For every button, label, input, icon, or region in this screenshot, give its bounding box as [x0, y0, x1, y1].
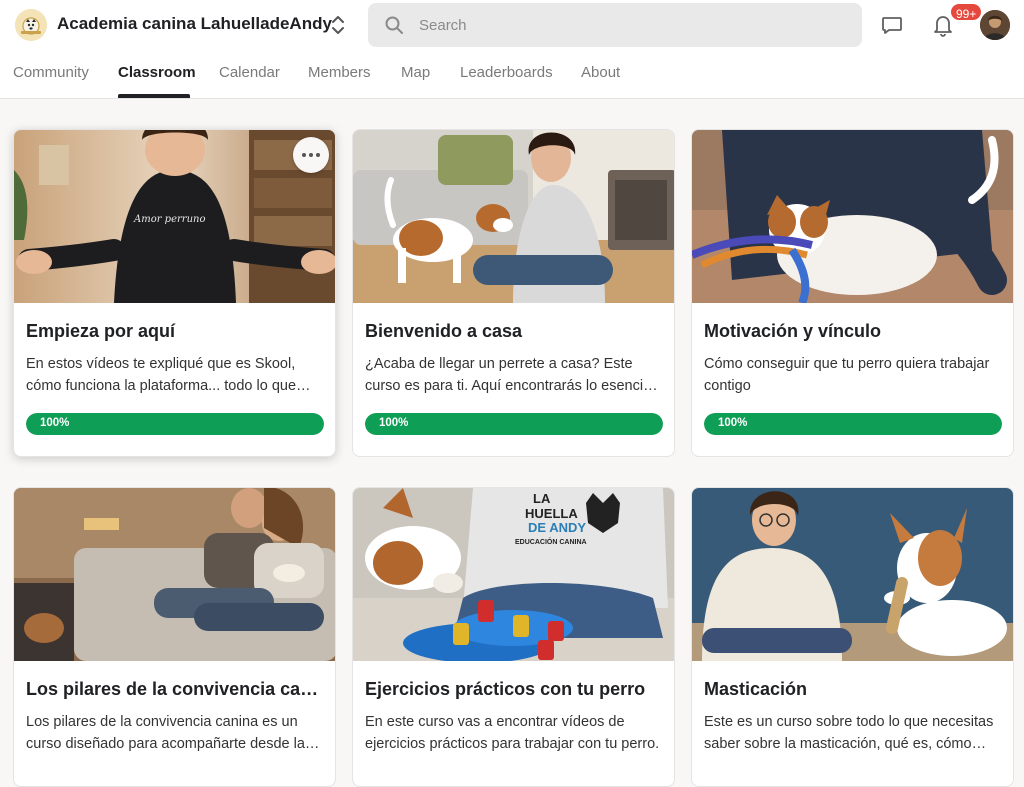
course-description: En este curso vas a encontrar vídeos de … [365, 714, 660, 752]
course-description: Este es un curso sobre todo lo que neces… [704, 714, 994, 752]
search-input[interactable] [419, 15, 839, 35]
sweater-text-line-4: EDUCACIÓN CANINA [515, 537, 587, 546]
group-logo[interactable] [15, 9, 47, 41]
top-navigation-bar: Academia canina LahuelladeAndy 99+ [0, 0, 1024, 99]
progress-label: 100% [718, 417, 748, 429]
active-tab-indicator [118, 94, 190, 98]
tab-leaderboards[interactable]: Leaderboards [460, 64, 553, 81]
course-description: En estos vídeos te expliqué que es Skool… [26, 356, 297, 394]
course-title: Los pilares de la convivencia canina [26, 679, 324, 699]
course-description: Los pilares de la convivencia canina es … [26, 714, 305, 752]
course-progress-bar: 100% [26, 413, 324, 435]
course-thumbnail [692, 130, 1013, 303]
course-thumbnail: Amor perruno [14, 130, 335, 303]
course-thumbnail [692, 488, 1013, 661]
chat-icon[interactable] [880, 13, 904, 37]
group-switcher-icon[interactable] [329, 13, 347, 37]
progress-label: 100% [379, 417, 409, 429]
course-card[interactable]: LA HUELLA DE ANDY EDUCACIÓN CANINA Ejerc… [352, 487, 675, 787]
course-title: Motivación y vínculo [704, 321, 882, 341]
progress-label: 100% [40, 417, 70, 429]
sweater-text-line-3: DE ANDY [528, 520, 586, 535]
progress-fill [365, 413, 663, 435]
course-description: ¿Acaba de llegar un perrete a casa? Este… [365, 356, 655, 394]
course-progress-bar: 100% [704, 413, 1002, 435]
tab-bar: Community Classroom Calendar Members Map… [0, 52, 1024, 98]
more-options-button[interactable] [293, 137, 329, 173]
course-title: Masticación [704, 679, 808, 699]
course-thumbnail: LA HUELLA DE ANDY EDUCACIÓN CANINA [353, 488, 674, 661]
course-title: Bienvenido a casa [365, 321, 523, 341]
sweater-text: Amor perruno [133, 214, 205, 225]
search-bar[interactable] [368, 3, 862, 47]
course-description: Cómo conseguir que tu perro quiera traba… [704, 356, 990, 394]
course-title: Empieza por aquí [26, 321, 176, 341]
tab-classroom[interactable]: Classroom [118, 64, 196, 81]
tab-map[interactable]: Map [401, 64, 430, 81]
avatar[interactable] [980, 10, 1010, 40]
progress-fill [26, 413, 324, 435]
progress-fill [704, 413, 1002, 435]
course-thumbnail [353, 130, 674, 303]
search-icon [384, 15, 404, 35]
group-name[interactable]: Academia canina LahuelladeAndy [57, 14, 332, 34]
tab-about[interactable]: About [581, 64, 620, 81]
course-progress-bar: 100% [365, 413, 663, 435]
notification-badge: 99+ [949, 2, 984, 22]
course-card[interactable]: Masticación Este es un curso sobre todo … [691, 487, 1014, 787]
course-title: Ejercicios prácticos con tu perro [365, 679, 646, 699]
course-thumbnail [14, 488, 335, 661]
course-card[interactable]: Motivación y vínculo Cómo conseguir que … [691, 129, 1014, 457]
tab-community[interactable]: Community [13, 64, 89, 81]
sweater-text-line-2: HUELLA [525, 506, 578, 521]
tab-members[interactable]: Members [308, 64, 371, 81]
sweater-text-line-1: LA [533, 491, 551, 506]
course-card[interactable]: Bienvenido a casa ¿Acaba de llegar un pe… [352, 129, 675, 457]
tab-calendar[interactable]: Calendar [219, 64, 280, 81]
course-card[interactable]: Amor perruno Empieza por aquí En estos v… [13, 129, 336, 457]
course-card[interactable]: Los pilares de la convivencia canina Los… [13, 487, 336, 787]
